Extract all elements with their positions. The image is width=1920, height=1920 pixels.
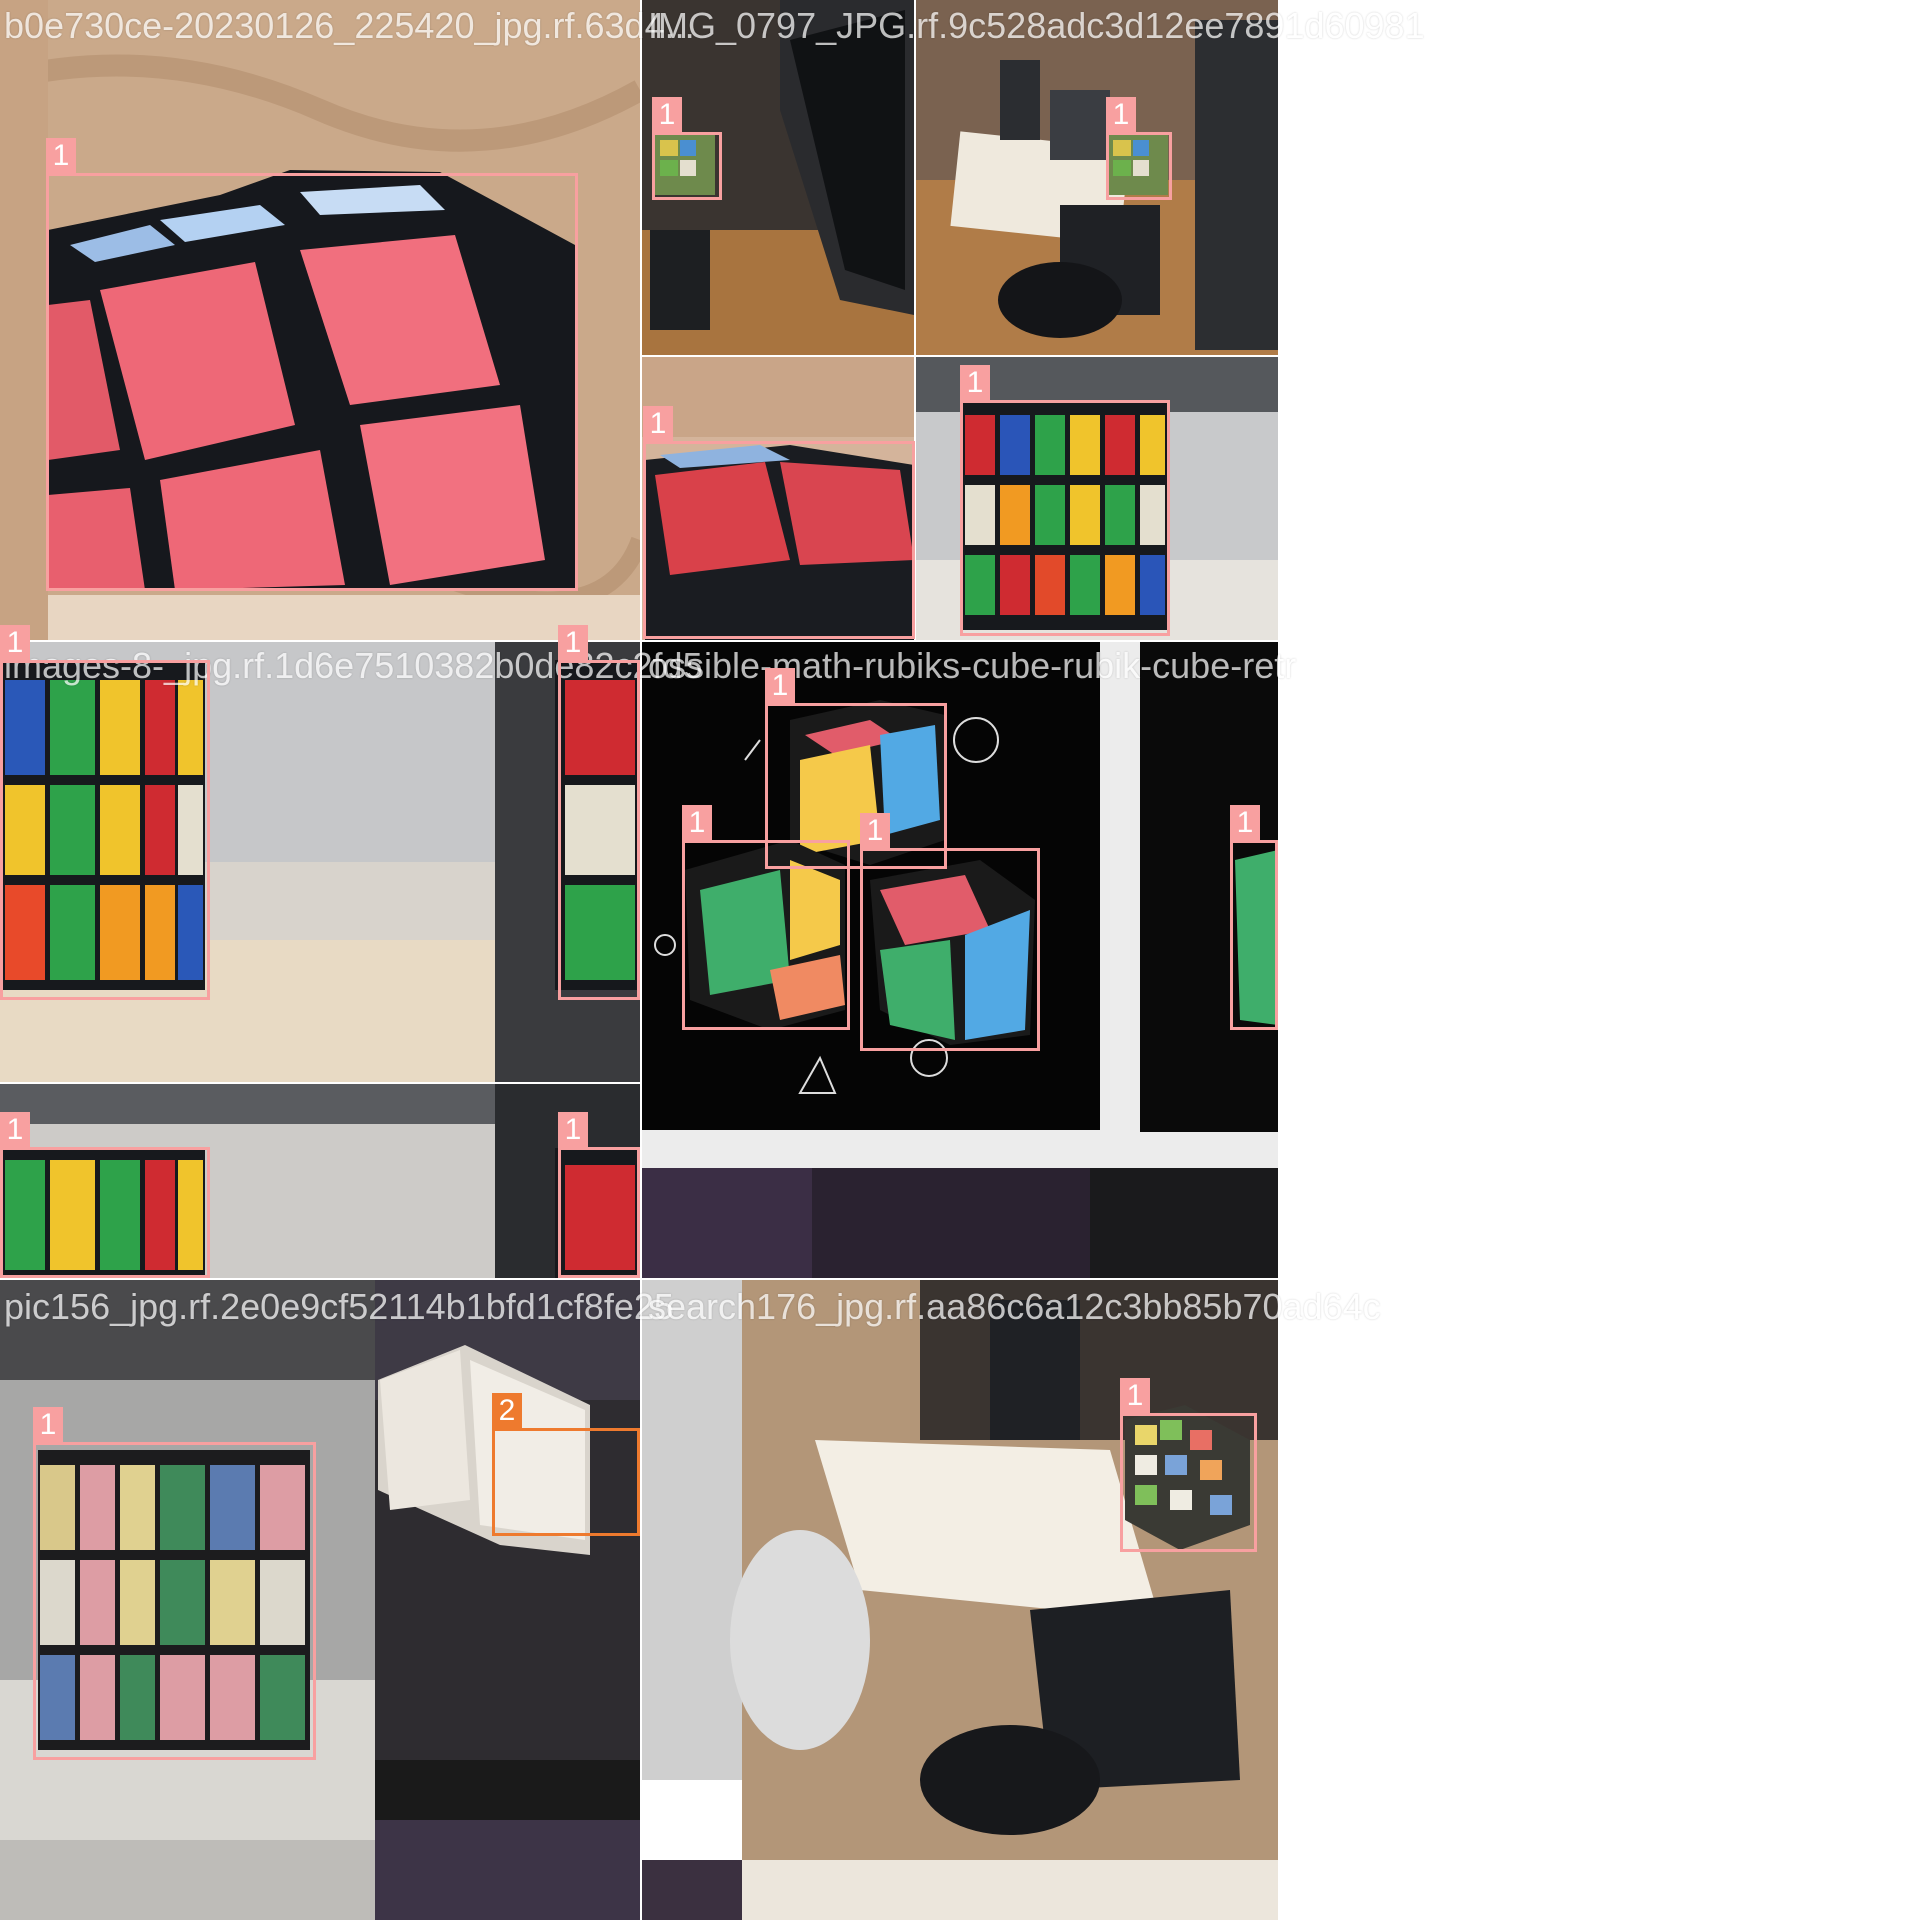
bbox-label: 1	[558, 625, 588, 661]
bbox-tile6-cube: 1	[1120, 1378, 1257, 1552]
bbox-label: 1	[652, 97, 682, 133]
bbox-tile3-cube-d: 1	[558, 1112, 640, 1278]
bbox-label: 1	[33, 1407, 63, 1443]
bbox-label: 1	[1230, 805, 1260, 841]
bbox-label: 1	[46, 138, 76, 174]
bbox-tile4-cube-left: 1	[682, 805, 850, 1030]
bbox-label: 1	[558, 1112, 588, 1148]
bbox-tile3-cube-a: 1	[0, 625, 210, 1000]
bbox-tile3-cube-b: 1	[558, 625, 640, 1000]
bbox-label: 1	[1120, 1378, 1150, 1414]
bbox-label: 2	[492, 1393, 522, 1429]
bbox-tile5-book: 2	[492, 1393, 640, 1536]
bbox-tile2-cube-d: 1	[960, 365, 1170, 636]
bbox-tile5-cube: 1	[33, 1407, 316, 1760]
bbox-tile4-cube-edge: 1	[1230, 805, 1278, 1030]
bbox-tile2-cube-a: 1	[652, 97, 722, 200]
bbox-tile4-cube-right: 1	[860, 813, 1040, 1051]
bbox-label: 1	[0, 625, 30, 661]
bbox-tile2-cube-c: 1	[643, 406, 915, 639]
bbox-label: 1	[682, 805, 712, 841]
bbox-tile1-cube: 1	[46, 138, 578, 591]
bbox-label: 1	[860, 813, 890, 849]
bbox-label: 1	[960, 365, 990, 401]
bbox-tile2-cube-b: 1	[1106, 97, 1172, 200]
tile-6-image	[642, 1280, 1278, 1920]
bbox-label: 1	[765, 668, 795, 704]
bbox-label: 1	[1106, 97, 1136, 133]
bbox-tile3-cube-c: 1	[0, 1112, 210, 1278]
bbox-label: 1	[0, 1112, 30, 1148]
bbox-label: 1	[643, 406, 673, 442]
